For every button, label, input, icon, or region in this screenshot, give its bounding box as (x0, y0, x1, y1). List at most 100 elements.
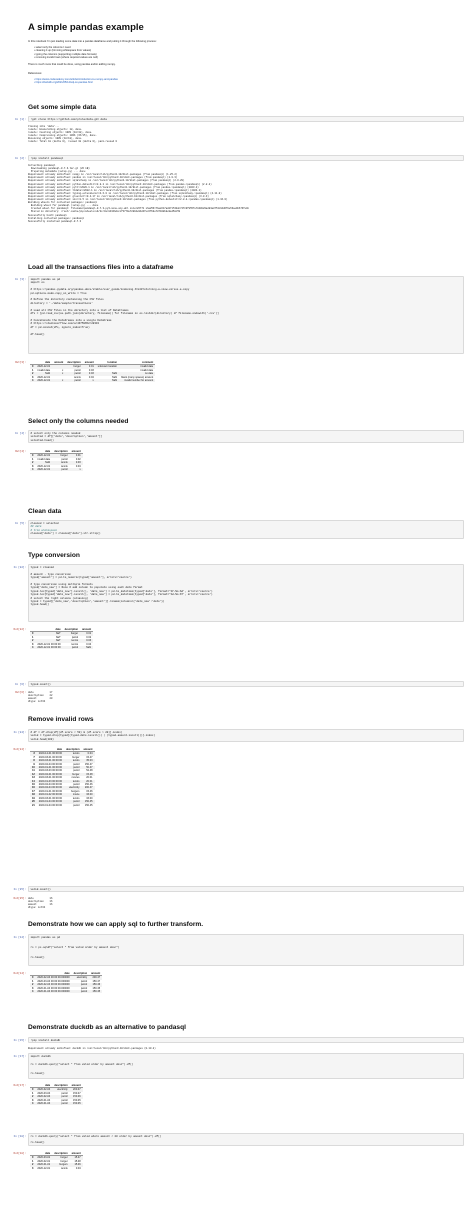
cell-prompt: In [5]: (15, 522, 26, 525)
table-cell: 2020-01-04 (37, 1102, 51, 1106)
code-line[interactable]: import duckdb (31, 1055, 51, 1058)
table-row: 4 2020-12-01 x petrol x NaN invalid number for… (30, 379, 156, 383)
table-cell: tennis (61, 1166, 68, 1170)
output-prompt: Out[17]: (13, 1084, 26, 1087)
table-row: 4 2020-12-01 petrol x (30, 468, 83, 472)
code-line[interactable]: import pandas as pd (31, 936, 61, 939)
column-header: description (54, 1084, 68, 1087)
dataframe-table: date amount description amount location comme… (30, 361, 156, 383)
code-cell[interactable]: import duckdb rs = duckdb.query("select … (28, 1053, 464, 1079)
output-prompt: Out[18]: (13, 1152, 26, 1155)
code-line[interactable]: !pip install duckdb (31, 1039, 61, 1042)
code-line[interactable]: rs.head() (31, 956, 45, 959)
code-line[interactable]: !git clone https://github.com/prula/data… (31, 118, 107, 121)
code-block[interactable]: # select only the columns needed selecte… (31, 432, 103, 442)
section-heading: Clean data (28, 508, 62, 515)
notebook-title: A simple pandas example (28, 22, 144, 33)
section-heading: Get some simple data (28, 104, 97, 111)
section-heading: Load all the transactions files into a d… (28, 264, 174, 271)
cell-output: Collecting pandasql Downloading pandasql… (28, 164, 249, 223)
table-cell: 150.45 (92, 990, 101, 994)
table-cell: 150.45 (84, 803, 93, 807)
code-cell[interactable]: !git clone https://github.com/prula/data… (28, 116, 464, 122)
cell-prompt: In [25]: (13, 888, 26, 891)
section-heading: Demonstrate duckdb as an alternative to … (28, 1024, 186, 1031)
cell-prompt: In [6]: (15, 683, 26, 686)
output-prompt: Out[25]: (13, 897, 26, 900)
code-line[interactable]: rs.head() (31, 1072, 45, 1075)
table-cell: x (92, 379, 94, 383)
code-cell[interactable]: rs = duckdb.query("select * from valid w… (28, 1133, 464, 1146)
reference-link[interactable]: • https://duckdb.org/2021/05/14/sql-on-p… (34, 81, 464, 84)
code-block[interactable]: typed = cleaned # amount - type conversi… (31, 566, 213, 607)
output-prompt: Out[14]: (13, 972, 26, 975)
code-line[interactable]: cleaned['date'] = cleaned['date'].str.st… (31, 532, 101, 535)
table-cell: 2020-01-04 00:00:00.000000 (37, 990, 70, 994)
table-cell: NaN (112, 379, 118, 383)
code-cell[interactable]: # select only the columns needed selecte… (28, 430, 464, 443)
table-cell: petrol (80, 990, 88, 994)
cell-prompt: In [3]: (15, 278, 26, 281)
cell-prompt: In [1]: (15, 118, 26, 121)
cell-output: Cloning into 'data'... remote: Enumerati… (28, 125, 117, 144)
cell-prompt: In [4]: (15, 432, 26, 435)
table-cell: 2020-12-01 (37, 468, 51, 472)
section-heading: Demonstrate how we can apply sql to furt… (28, 921, 204, 928)
table-cell: unknown location (97, 365, 118, 369)
output-prompt: Out[3]: (15, 361, 26, 364)
code-line[interactable]: rs = duckdb.query("select * from valid o… (31, 1063, 134, 1066)
code-cell[interactable]: import pandas as pd rs = ps.sqldf("selec… (28, 934, 464, 966)
code-cell[interactable]: !pip install duckdb (28, 1037, 464, 1043)
code-line[interactable]: rs = duckdb.query("select * from valid w… (31, 1135, 162, 1138)
code-line[interactable]: typed.count() (31, 683, 51, 686)
intro-paragraph: In this notebook I'm just loading some d… (28, 40, 157, 43)
section-heading: Remove invalid rows (28, 716, 94, 723)
dataframe-table: date description amount 0 2020-12-01 burger 0.… (30, 450, 83, 472)
code-block[interactable]: # df = df.drop(df[(df.score < 50) & (df.… (31, 731, 156, 741)
code-line[interactable]: rs = ps.sqldf("select * from valid order… (31, 946, 120, 949)
row-index: 21 (32, 803, 35, 807)
table-cell: 0.04 (75, 1166, 81, 1170)
table-row: 3 2020-12-01 tennis 0.04 (30, 1167, 83, 1170)
code-line[interactable]: !pip install pandasql (31, 157, 64, 160)
dataframe-table: date description amount 0 2020-02-04 electric… (30, 1084, 83, 1106)
column-header: description (66, 748, 80, 751)
step-item: • removing invalid rows (where required … (34, 55, 98, 59)
cell-prompt: In [24]: (13, 731, 26, 734)
cell-output: date 17 description 22 amount 20 dtype: … (28, 691, 53, 704)
code-cell[interactable]: # df = df.drop(df[(df.score < 50) & (df.… (28, 729, 464, 742)
output-prompt: Out[24]: (13, 748, 26, 751)
column-header: description (73, 972, 88, 975)
cell-output: date 16 description 16 amount 16 dtype: … (28, 897, 53, 910)
code-line[interactable]: valid.count() (31, 888, 51, 891)
table-cell: 150.45 (73, 1102, 81, 1106)
column-header: description (64, 628, 79, 631)
output-prompt: Out[6]: (15, 691, 26, 694)
code-cell[interactable]: typed.count() (28, 681, 464, 687)
code-line[interactable]: rs.head() (31, 1141, 45, 1144)
table-row: 4 2020-12-01 00:00:00 petrol NaN (30, 646, 94, 650)
table-cell: petrol (61, 468, 68, 472)
cell-prompt: In [14]: (13, 936, 26, 939)
code-cell[interactable]: valid.count() (28, 886, 464, 892)
dataframe-table: date description amount 0 NaT burger 0.01 1 NaT p… (30, 628, 94, 650)
cell-prompt: In [18]: (13, 1135, 26, 1138)
table-cell: petrol (61, 1102, 68, 1106)
column-header: description (54, 1152, 68, 1155)
cell-prompt: In [2]: (15, 157, 26, 160)
dataframe-table: date description amount 0 2020-03-01 burger 15… (30, 1152, 83, 1170)
code-cell[interactable]: import pandas as pd import os # https://… (28, 276, 464, 354)
table-cell: petrol (73, 803, 80, 807)
code-cell[interactable]: cleaned = selected ## date # trim whites… (28, 520, 464, 539)
cell-output: Requirement already satisfied: duckdb in… (28, 1047, 156, 1050)
code-cell[interactable]: !pip install pandasql (28, 155, 464, 161)
references-label: References: (28, 72, 42, 75)
code-block[interactable]: import pandas as pd import os # https://… (31, 278, 219, 336)
dataframe-table: date description amount 3 2020-12-01 00:00:0… (30, 748, 95, 807)
table-cell: petrol (71, 646, 79, 650)
output-prompt: Out[4]: (15, 450, 26, 453)
table-cell: 2020-01-04 00:00:00 (38, 800, 62, 804)
table-cell: x (79, 468, 81, 472)
code-cell[interactable]: typed = cleaned # amount - type conversi… (28, 564, 464, 622)
table-row: 4 2020-01-04 petrol 150.45 (30, 1102, 83, 1106)
